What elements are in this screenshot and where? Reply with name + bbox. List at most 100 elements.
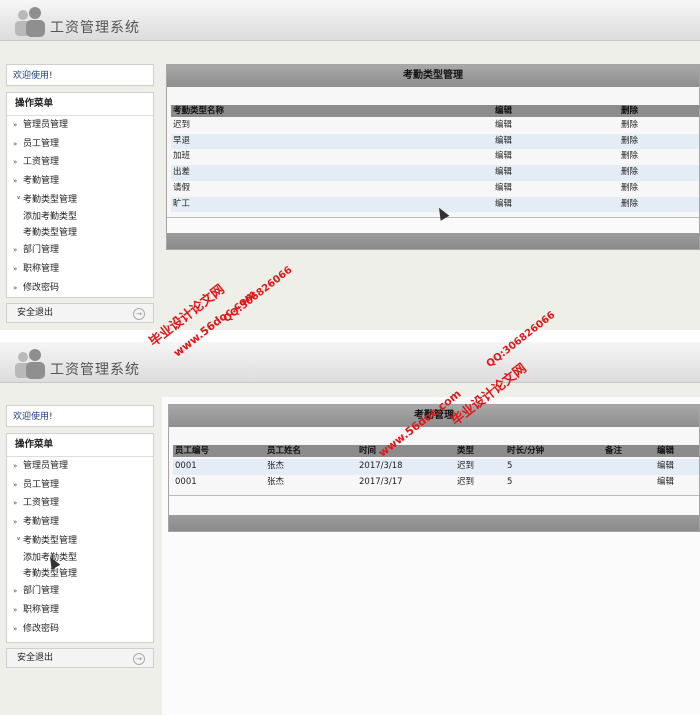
table-row: 请假 编辑 删除	[171, 181, 699, 197]
app-title: 工资管理系统	[50, 362, 140, 378]
type-name-cell: 请假	[173, 182, 191, 193]
menu-item-attendance-type[interactable]: »考勤类型管理	[7, 191, 153, 210]
screenshot-top: 工资管理系统 欢迎使用! 操作菜单 » 管理员管理 » 员工管理 » 工资管理 » 考勤…	[0, 0, 700, 330]
menu-item-attendance[interactable]: » 考勤管理	[7, 513, 153, 532]
column-header: 考勤类型名称	[173, 106, 225, 116]
menu-item-label: 修改密码	[23, 623, 60, 634]
table-header: 员工编号 员工姓名 时间 类型 时长/分钟 备注 编辑	[173, 445, 699, 457]
type-name-cell: 出差	[173, 167, 191, 178]
column-header: 备注	[605, 446, 623, 456]
submenu-add-attendance-type[interactable]: 添加考勤类型	[7, 209, 153, 225]
edit-link[interactable]: 编辑	[495, 165, 512, 181]
logout-label: 安全退出	[17, 653, 54, 663]
welcome-text: 欢迎使用!	[6, 64, 154, 86]
column-header: 类型	[457, 446, 475, 456]
edit-link[interactable]: 编辑	[657, 459, 674, 475]
logout-button[interactable]: 安全退出 →	[6, 648, 154, 668]
edit-link[interactable]: 编辑	[495, 118, 512, 134]
menu-item-label: 管理员管理	[23, 120, 69, 130]
delete-link[interactable]: 删除	[621, 165, 638, 181]
chevron-up-icon: »	[13, 177, 18, 186]
menu-item-employee[interactable]: » 员工管理	[7, 476, 153, 495]
logout-button[interactable]: 安全退出 →	[6, 303, 154, 323]
panel-footer	[169, 515, 699, 531]
menu-item-department[interactable]: » 部门管理	[7, 582, 153, 601]
panel-spacer	[169, 495, 699, 516]
app-header: 工资管理系统	[0, 0, 700, 41]
welcome-text: 欢迎使用!	[6, 405, 154, 427]
chevron-up-icon: »	[13, 624, 18, 633]
menu-item-salary[interactable]: » 工资管理	[7, 153, 153, 172]
menu-item-label: 员工管理	[23, 138, 60, 149]
menu-item-label: 管理员管理	[23, 461, 69, 471]
column-header: 员工编号	[175, 446, 210, 456]
attendance-type-panel: 考勤类型管理 考勤类型名称 编辑 删除 迟到 编辑 删除 早退 编辑 删除 加班 编辑 删除 出差…	[166, 64, 700, 250]
table-row: 0001 张杰 2017/3/18 迟到 5 编辑	[173, 459, 699, 475]
menu-item-employee[interactable]: » 员工管理	[7, 135, 153, 154]
employee-id-cell: 0001	[175, 477, 197, 487]
panel-title: 考勤类型管理	[167, 65, 699, 87]
menu-item-label: 工资管理	[23, 498, 60, 509]
delete-link[interactable]: 删除	[621, 181, 638, 197]
employee-id-cell: 0001	[175, 461, 197, 471]
chevron-up-icon: »	[13, 462, 18, 470]
arrow-right-icon: →	[133, 653, 145, 665]
edit-link[interactable]: 编辑	[657, 475, 674, 491]
menu-item-admin[interactable]: » 管理员管理	[7, 116, 153, 135]
menu-item-label: 考勤类型管理	[23, 194, 78, 205]
menu-item-attendance[interactable]: » 考勤管理	[7, 172, 153, 191]
logout-label: 安全退出	[17, 308, 54, 318]
type-name-cell: 迟到	[173, 120, 191, 130]
submenu-attendance-type-manage[interactable]: 考勤类型管理	[7, 225, 153, 241]
time-cell: 2017/3/18	[359, 461, 403, 471]
column-header: 时长/分钟	[507, 446, 545, 456]
type-cell: 迟到	[457, 461, 475, 471]
menu-item-title[interactable]: » 职称管理	[7, 260, 153, 279]
chevron-up-icon: »	[13, 283, 18, 292]
edit-link[interactable]: 编辑	[495, 134, 512, 150]
table-header: 考勤类型名称 编辑 删除	[171, 105, 699, 117]
time-cell: 2017/3/17	[359, 477, 403, 487]
users-logo-icon	[15, 349, 45, 379]
employee-name-cell: 张杰	[267, 461, 285, 471]
menu-item-title[interactable]: » 职称管理	[7, 601, 153, 620]
chevron-up-icon: »	[13, 606, 18, 615]
type-name-cell: 加班	[173, 151, 191, 162]
menu-item-label: 考勤管理	[23, 176, 60, 187]
screenshot-bottom: 工资管理系统 欢迎使用! 操作菜单 » 管理员管理 » 员工管理 » 工资管理 » 考勤…	[0, 342, 700, 715]
edit-link[interactable]: 编辑	[495, 149, 512, 165]
menu-item-department[interactable]: » 部门管理	[7, 241, 153, 260]
arrow-right-icon: →	[133, 308, 145, 320]
chevron-up-icon: »	[13, 139, 18, 148]
menu-item-admin[interactable]: » 管理员管理	[7, 457, 153, 476]
column-header: 编辑	[657, 446, 675, 456]
menu-item-label: 考勤类型管理	[23, 535, 78, 546]
employee-name-cell: 张杰	[267, 477, 285, 487]
edit-link[interactable]: 编辑	[495, 181, 512, 197]
chevron-up-icon: »	[13, 265, 18, 274]
chevron-down-icon: »	[14, 195, 23, 200]
delete-link[interactable]: 删除	[621, 134, 638, 150]
attendance-panel: 考勤管理 员工编号 员工姓名 时间 类型 时长/分钟 备注 编辑 0001 张杰 2…	[168, 404, 700, 532]
menu-item-password[interactable]: » 修改密码	[7, 620, 153, 639]
chevron-up-icon: »	[13, 499, 18, 508]
menu-title: 操作菜单	[7, 93, 153, 116]
column-header: 时间	[359, 446, 377, 456]
delete-link[interactable]: 删除	[621, 197, 638, 213]
column-header: 员工姓名	[267, 446, 302, 456]
delete-link[interactable]: 删除	[621, 118, 638, 134]
menu-item-salary[interactable]: » 工资管理	[7, 494, 153, 513]
menu-item-attendance-type[interactable]: »考勤类型管理	[7, 532, 153, 551]
submenu-add-attendance-type[interactable]: 添加考勤类型	[7, 550, 153, 566]
menu-item-label: 考勤管理	[23, 517, 60, 528]
menu-item-password[interactable]: » 修改密码	[7, 279, 153, 298]
table-row: 早退 编辑 删除	[171, 133, 699, 150]
edit-link[interactable]: 编辑	[495, 197, 512, 213]
duration-cell: 5	[507, 461, 513, 471]
panel-footer	[167, 233, 699, 249]
app-title: 工资管理系统	[50, 20, 140, 36]
column-header: 编辑	[495, 106, 513, 116]
table-row: 加班 编辑 删除	[171, 149, 699, 165]
submenu-attendance-type-manage[interactable]: 考勤类型管理	[7, 566, 153, 582]
delete-link[interactable]: 删除	[621, 149, 638, 165]
